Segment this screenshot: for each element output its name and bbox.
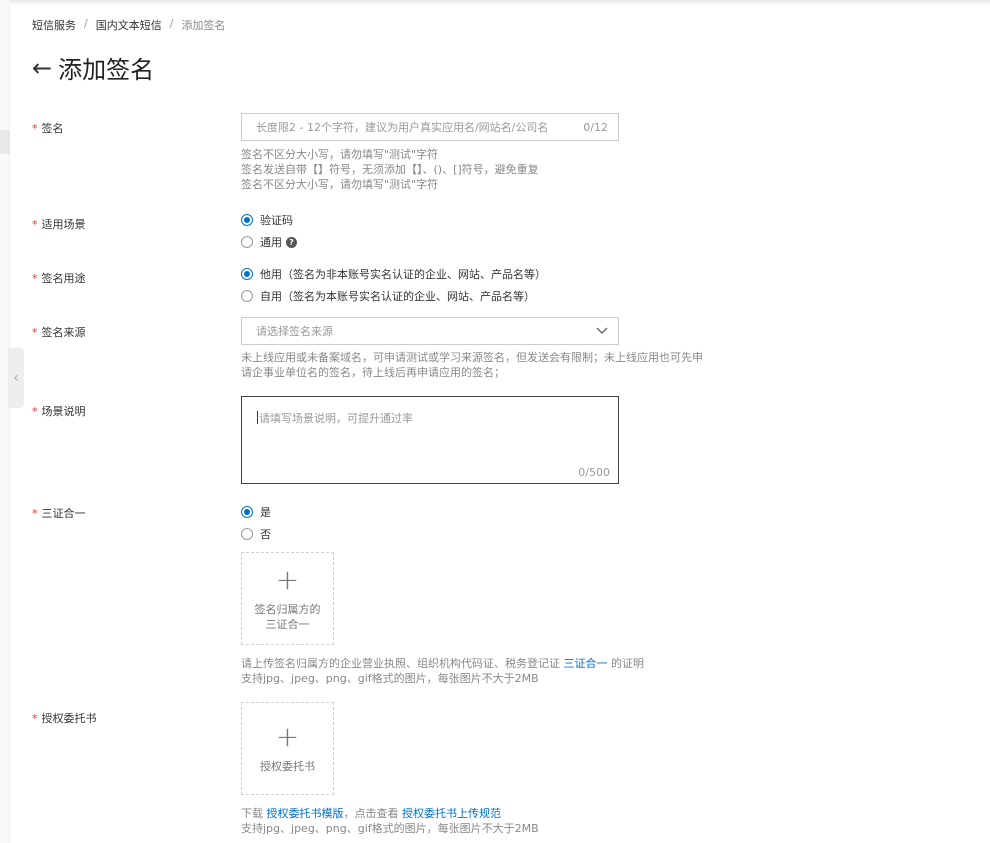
authorization-help: 下载 授权委托书模版，点击查看 授权委托书上传规范 支持jpg、jpeg、png… bbox=[241, 806, 539, 836]
signature-help-line: 签名不区分大小写，请勿填写"测试"字符 bbox=[241, 148, 439, 161]
source-select[interactable]: 请选择签名来源 bbox=[241, 317, 619, 345]
upload-caption-line: 三证合一 bbox=[265, 617, 310, 631]
description-label-text: 场景说明 bbox=[41, 405, 86, 418]
usage-option-self[interactable]: 自用（签名为本账号实名认证的企业、网站、产品名等） bbox=[241, 288, 535, 304]
required-mark: * bbox=[32, 218, 38, 231]
signature-label-text: 签名 bbox=[41, 122, 64, 135]
breadcrumb-separator: / bbox=[84, 17, 88, 30]
description-placeholder: 请填写场景说明，可提升通过率 bbox=[259, 412, 413, 425]
left-rail-marker bbox=[0, 130, 10, 154]
source-help: 未上线应用或未备案域名，可申请测试或学习来源签名，但发送会有限制；未上线应用也可… bbox=[241, 350, 703, 380]
help-text: 的证明 bbox=[611, 657, 644, 670]
usage-option-others[interactable]: 他用（签名为非本账号实名认证的企业、网站、产品名等） bbox=[241, 266, 546, 282]
radio-label: 通用 bbox=[260, 236, 282, 249]
radio-label: 是 bbox=[260, 506, 271, 519]
required-mark: * bbox=[32, 507, 38, 520]
usage-label: * 签名用途 bbox=[32, 270, 86, 286]
upload-caption-line: 签名归属方的 bbox=[254, 602, 321, 616]
required-mark: * bbox=[32, 405, 38, 418]
three-in-one-help-line: 请上传签名归属方的企业营业执照、组织机构代码证、税务登记证 三证合一 的证明 bbox=[241, 656, 644, 671]
signature-input-placeholder: 长度限2 - 12个字符，建议为用户真实应用名/网站名/公司名 bbox=[256, 121, 549, 134]
signature-char-count: 0/12 bbox=[583, 120, 608, 134]
signature-help-line: 签名发送自带【】符号，无须添加【】、()、[]符号，避免重复 bbox=[241, 163, 539, 176]
authorization-spec-link[interactable]: 授权委托书上传规范 bbox=[402, 807, 501, 820]
description-label: * 场景说明 bbox=[32, 403, 86, 419]
required-mark: * bbox=[32, 272, 38, 285]
radio-checked[interactable] bbox=[241, 268, 253, 280]
scenario-label-text: 适用场景 bbox=[41, 218, 86, 231]
signature-label: * 签名 bbox=[32, 120, 64, 136]
scenario-option-general[interactable]: 通用? bbox=[241, 234, 297, 250]
radio-unchecked[interactable] bbox=[241, 528, 253, 540]
top-shadow bbox=[0, 0, 990, 5]
usage-label-text: 签名用途 bbox=[41, 272, 86, 285]
three-in-one-label-text: 三证合一 bbox=[41, 507, 86, 520]
back-arrow-icon[interactable]: ← bbox=[32, 56, 52, 80]
upload-caption: 授权委托书 bbox=[260, 760, 315, 773]
question-icon[interactable]: ? bbox=[286, 236, 297, 248]
plus-icon: + bbox=[275, 720, 300, 753]
three-in-one-link[interactable]: 三证合一 bbox=[564, 657, 608, 670]
source-select-placeholder: 请选择签名来源 bbox=[256, 325, 333, 338]
left-rail bbox=[0, 0, 10, 843]
source-label-text: 签名来源 bbox=[41, 326, 86, 339]
scenario-label: * 适用场景 bbox=[32, 216, 86, 232]
source-label: * 签名来源 bbox=[32, 324, 86, 340]
scenario-option-verification[interactable]: 验证码 bbox=[241, 212, 293, 228]
radio-unchecked[interactable] bbox=[241, 290, 253, 302]
radio-label: 验证码 bbox=[260, 214, 293, 227]
three-in-one-option-no[interactable]: 否 bbox=[241, 526, 271, 542]
plus-icon: + bbox=[275, 562, 300, 596]
chevron-down-icon bbox=[596, 324, 608, 338]
authorization-upload[interactable]: + 授权委托书 bbox=[241, 702, 334, 795]
signature-help: 签名不区分大小写，请勿填写"测试"字符 签名发送自带【】符号，无须添加【】、()… bbox=[241, 147, 539, 192]
authorization-formats: 支持jpg、jpeg、png、gif格式的图片，每张图片不大于2MB bbox=[241, 822, 539, 835]
authorization-label-text: 授权委托书 bbox=[41, 712, 97, 725]
breadcrumb-item-sms-service[interactable]: 短信服务 bbox=[32, 17, 76, 33]
description-textarea[interactable]: 请填写场景说明，可提升通过率 0/500 bbox=[241, 396, 619, 484]
page-title: ← 添加签名 bbox=[32, 50, 154, 85]
radio-checked[interactable] bbox=[241, 506, 253, 518]
radio-unchecked[interactable] bbox=[241, 236, 253, 248]
required-mark: * bbox=[32, 326, 38, 339]
authorization-label: * 授权委托书 bbox=[32, 710, 97, 726]
three-in-one-option-yes[interactable]: 是 bbox=[241, 504, 271, 520]
signature-input[interactable]: 长度限2 - 12个字符，建议为用户真实应用名/网站名/公司名 0/12 bbox=[241, 113, 619, 141]
help-text: 请上传签名归属方的企业营业执照、组织机构代码证、税务登记证 bbox=[241, 657, 560, 670]
help-text: ，点击查看 bbox=[343, 807, 399, 820]
three-in-one-help: 请上传签名归属方的企业营业执照、组织机构代码证、税务登记证 三证合一 的证明 支… bbox=[241, 656, 644, 686]
authorization-template-link[interactable]: 授权委托书模版 bbox=[267, 807, 344, 820]
three-in-one-formats: 支持jpg、jpeg、png、gif格式的图片，每张图片不大于2MB bbox=[241, 672, 539, 685]
chevron-left-icon: ‹ bbox=[13, 370, 19, 386]
source-help-line: 未上线应用或未备案域名，可申请测试或学习来源签名，但发送会有限制；未上线应用也可… bbox=[241, 351, 703, 364]
breadcrumb: 短信服务 / 国内文本短信 / 添加签名 bbox=[32, 17, 225, 33]
radio-label: 他用（签名为非本账号实名认证的企业、网站、产品名等） bbox=[260, 268, 546, 281]
sidebar-collapse-handle[interactable]: ‹ bbox=[8, 348, 24, 408]
signature-help-line: 签名不区分大小写，请勿填写"测试"字符 bbox=[241, 178, 439, 191]
radio-label: 否 bbox=[260, 528, 271, 541]
help-text: 下载 bbox=[241, 807, 263, 820]
source-help-line: 请企事业单位名的签名，待上线后再申请应用的签名； bbox=[241, 366, 505, 379]
required-mark: * bbox=[32, 122, 38, 135]
breadcrumb-item-domestic-sms[interactable]: 国内文本短信 bbox=[96, 17, 162, 33]
three-in-one-label: * 三证合一 bbox=[32, 505, 86, 521]
description-char-count: 0/500 bbox=[578, 466, 610, 479]
radio-label: 自用（签名为本账号实名认证的企业、网站、产品名等） bbox=[260, 290, 535, 303]
breadcrumb-current: 添加签名 bbox=[181, 19, 226, 32]
breadcrumb-separator: / bbox=[169, 17, 174, 30]
three-in-one-upload[interactable]: + 签名归属方的 三证合一 bbox=[241, 552, 334, 645]
text-cursor bbox=[257, 411, 258, 424]
page-title-text: 添加签名 bbox=[58, 56, 155, 84]
upload-caption: 签名归属方的 三证合一 bbox=[255, 602, 321, 632]
required-mark: * bbox=[32, 712, 38, 725]
authorization-help-line: 下载 授权委托书模版，点击查看 授权委托书上传规范 bbox=[241, 806, 539, 821]
radio-checked[interactable] bbox=[241, 214, 253, 226]
